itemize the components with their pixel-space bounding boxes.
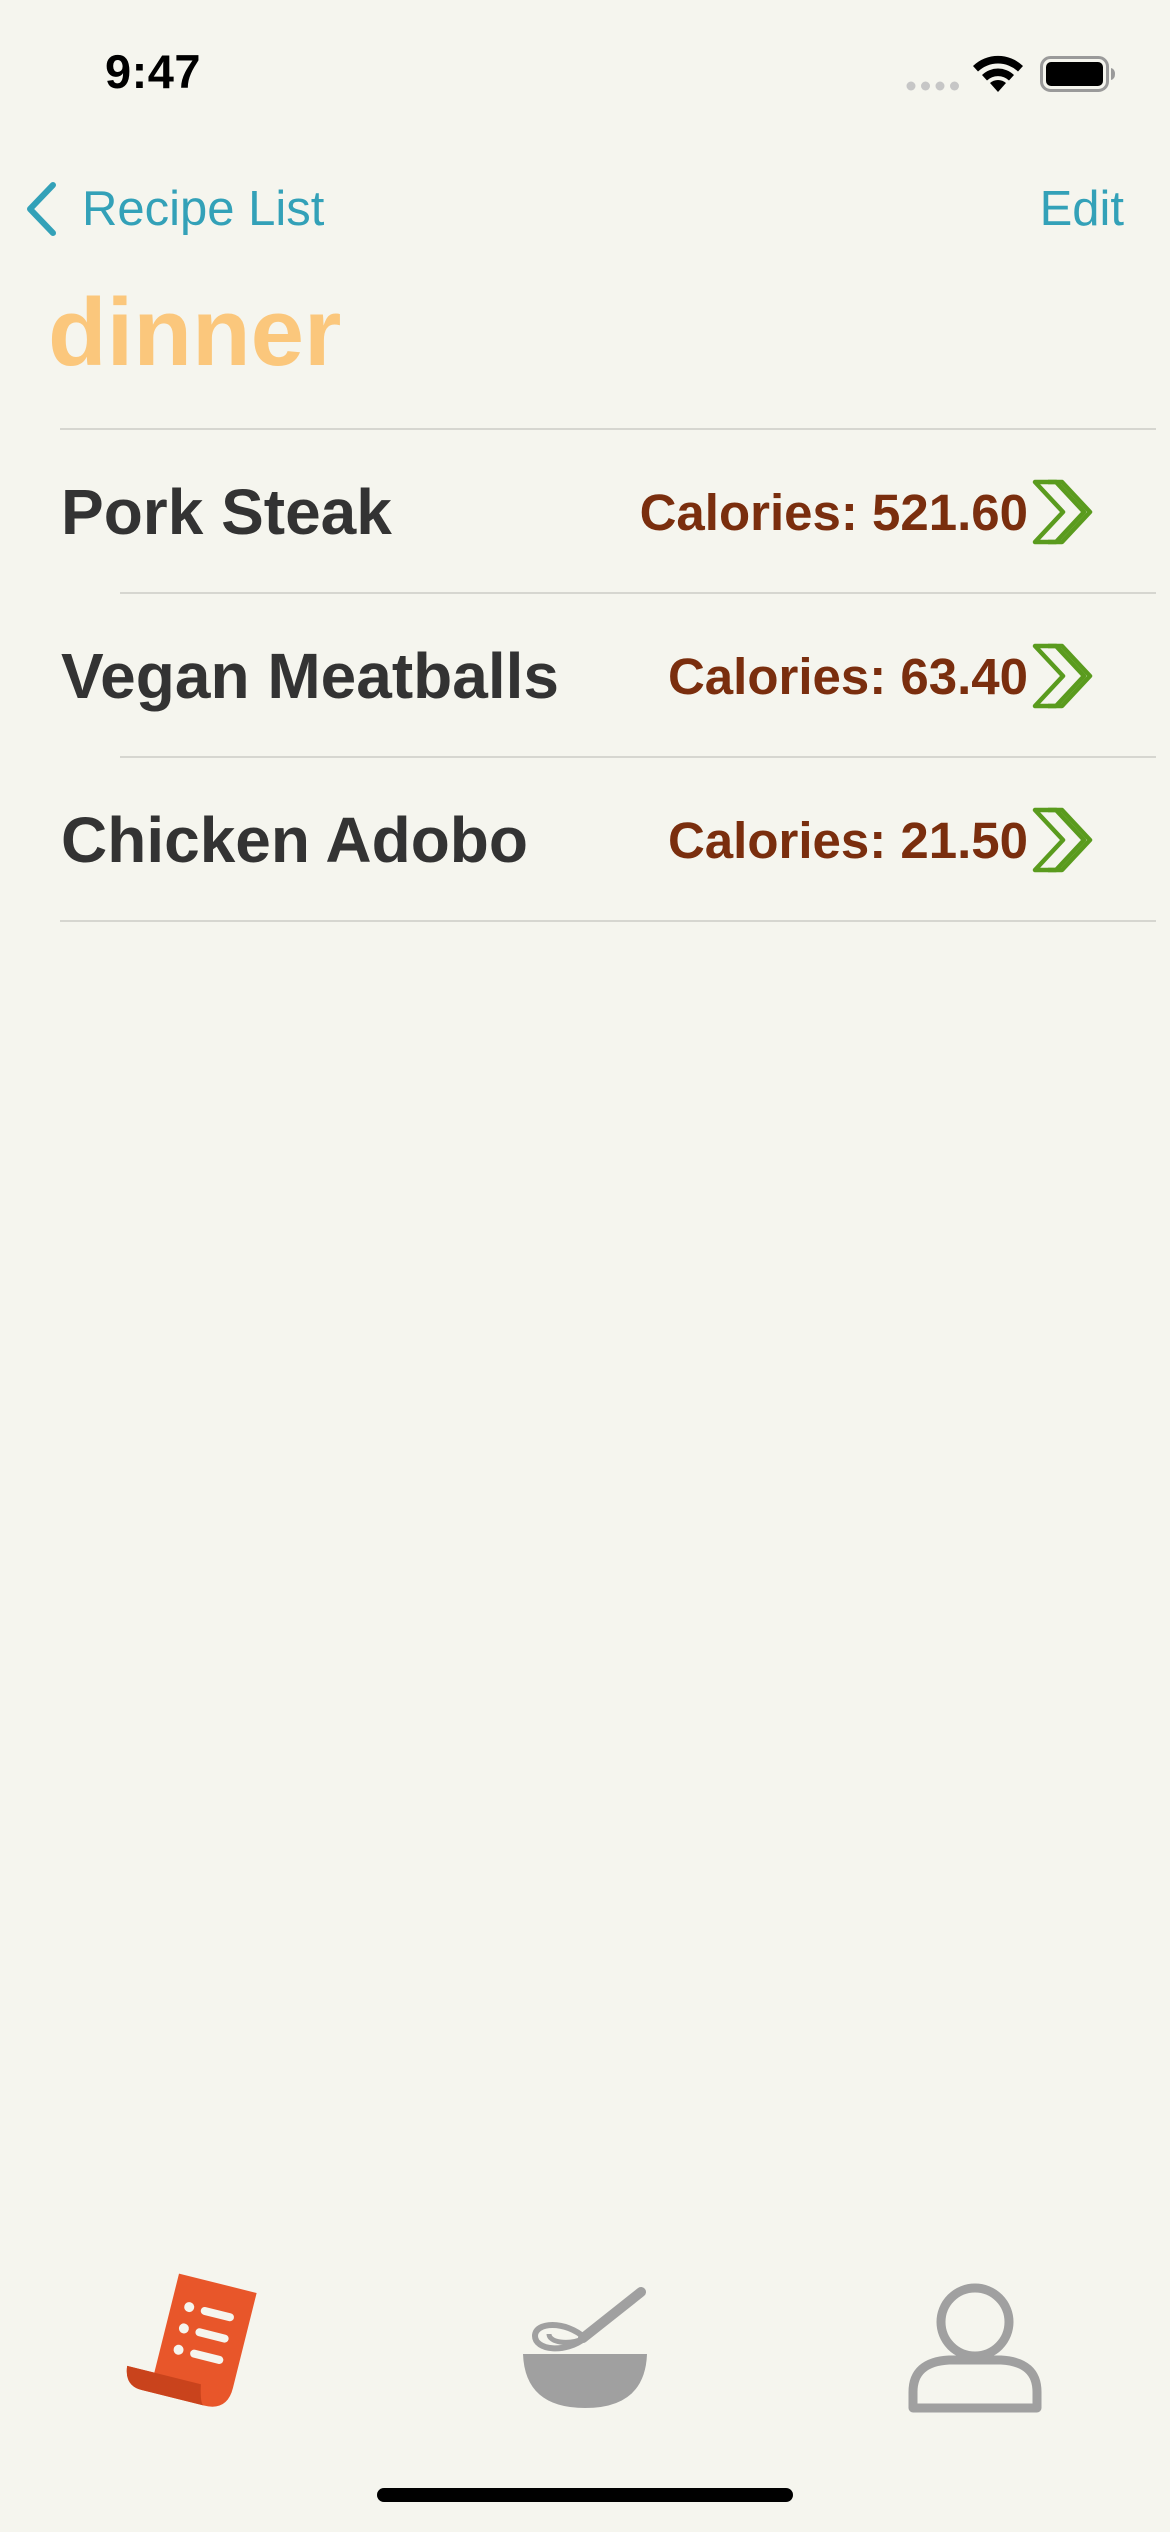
divider: [60, 920, 1156, 922]
user-profile-icon: [908, 2283, 1042, 2413]
recipe-name: Pork Steak: [61, 476, 392, 548]
recipe-row[interactable]: Pork Steak Calories: 521.60: [0, 430, 1170, 594]
battery-icon: [1040, 56, 1115, 92]
double-chevron-right-icon: [1032, 807, 1093, 873]
recipe-row[interactable]: Chicken Adobo Calories: 21.50: [0, 758, 1170, 922]
tab-recipes[interactable]: [115, 2270, 275, 2420]
recipe-calories: Calories: 21.50: [667, 811, 1028, 869]
wifi-icon: [973, 55, 1023, 92]
tab-bar: [0, 2250, 1170, 2450]
back-button-label: Recipe List: [82, 182, 325, 236]
recipe-name: Chicken Adobo: [61, 804, 528, 876]
mixing-bowl-whisk-icon: [523, 2287, 647, 2408]
home-indicator: [377, 2488, 793, 2502]
status-bar: 9:47: [0, 0, 1170, 140]
double-chevron-right-icon: [1032, 479, 1093, 545]
double-chevron-right-icon: [1032, 643, 1093, 709]
cellular-signal-icon: [906, 81, 959, 91]
recipe-name: Vegan Meatballs: [61, 640, 559, 712]
recipe-row[interactable]: Vegan Meatballs Calories: 63.40: [0, 594, 1170, 758]
edit-button[interactable]: Edit: [1040, 174, 1124, 244]
recipe-calories: Calories: 521.60: [639, 483, 1028, 541]
recipe-list-icon: [126, 2273, 257, 2407]
chevron-left-icon: [27, 182, 56, 236]
back-button[interactable]: Recipe List: [24, 174, 324, 244]
recipe-calories: Calories: 63.40: [667, 647, 1028, 705]
page-title: dinner: [48, 279, 342, 386]
tab-cook[interactable]: [505, 2270, 665, 2420]
tab-profile[interactable]: [895, 2270, 1055, 2420]
navigation-bar: Recipe List Edit: [0, 160, 1170, 260]
status-time: 9:47: [105, 45, 202, 98]
